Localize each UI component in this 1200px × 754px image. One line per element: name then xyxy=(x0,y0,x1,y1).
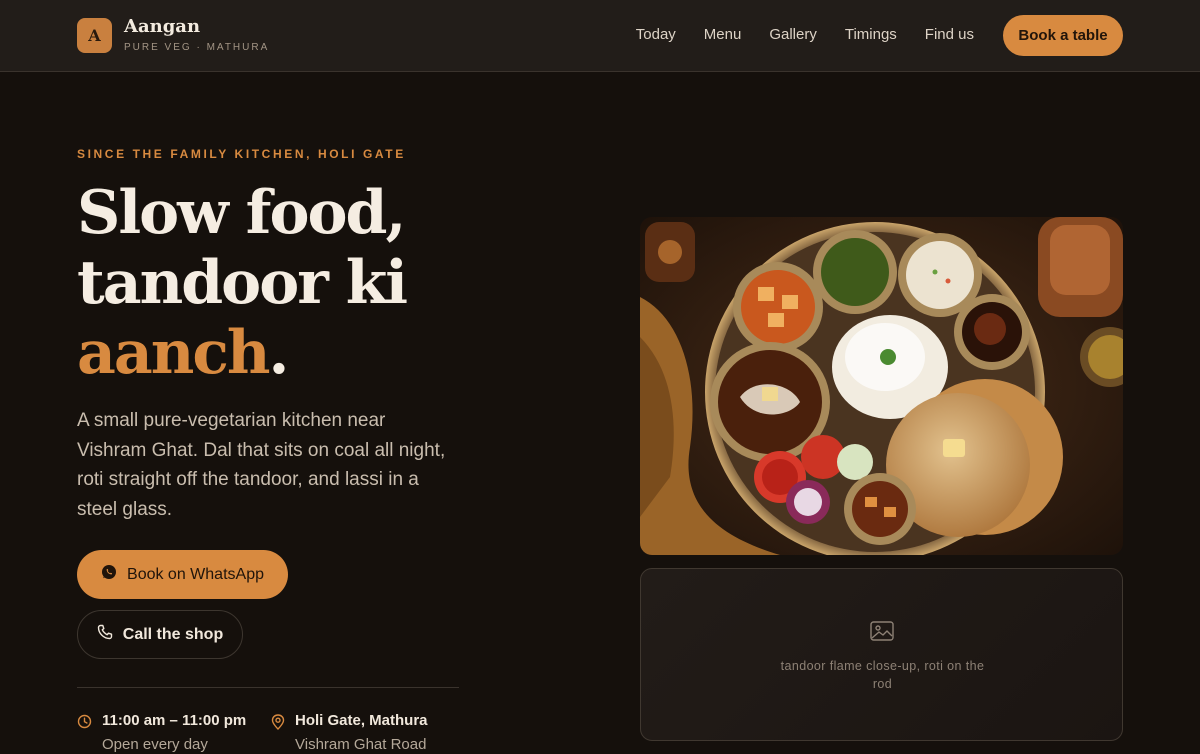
nav-item-timings[interactable]: Timings xyxy=(845,26,897,43)
headline-line-1: Slow food, xyxy=(77,178,406,248)
hours-info: 11:00 am – 11:00 pm Open every day xyxy=(77,712,246,754)
placeholder-caption: tandoor flame close-up, roti on the rod xyxy=(780,659,985,691)
image-icon xyxy=(870,621,894,646)
headline-end: . xyxy=(268,318,290,388)
phone-icon xyxy=(97,624,113,645)
brand-name: Aangan xyxy=(124,16,201,37)
whatsapp-button-label: Book on WhatsApp xyxy=(127,565,264,583)
book-table-button[interactable]: Book a table xyxy=(1003,15,1123,56)
brand-logo: A xyxy=(77,17,112,53)
hours-subtitle: Open every day xyxy=(102,736,208,753)
top-navigation-bar: A Aangan PURE VEG · MATHURA Today Menu G… xyxy=(0,0,1200,72)
nav-item-menu[interactable]: Menu xyxy=(704,26,742,43)
headline-line-2: tandoor ki xyxy=(77,248,408,318)
brand-subtitle: PURE VEG · MATHURA xyxy=(124,42,270,53)
media-placeholder: tandoor flame close-up, roti on the rod xyxy=(640,568,1123,741)
main-nav: Today Menu Gallery Timings Find us xyxy=(636,26,974,43)
hours-title: 11:00 am – 11:00 pm xyxy=(102,712,247,729)
thali-photo xyxy=(640,217,1123,555)
map-pin-icon xyxy=(271,714,285,754)
location-title: Holi Gate, Mathura xyxy=(295,712,428,729)
brand[interactable]: A Aangan PURE VEG · MATHURA xyxy=(77,17,269,53)
hero-description: A small pure-vegetarian kitchen near Vis… xyxy=(77,410,446,520)
hero-headline: Slow food, tandoor ki aanch. xyxy=(77,178,597,388)
book-whatsapp-button[interactable]: Book on WhatsApp xyxy=(77,550,288,599)
info-divider xyxy=(77,687,459,688)
call-shop-button[interactable]: Call the shop xyxy=(77,610,243,659)
brand-text: Aangan PURE VEG · MATHURA xyxy=(124,16,270,54)
headline-accent: aanch xyxy=(77,318,271,388)
nav-item-find-us[interactable]: Find us xyxy=(925,26,974,43)
clock-icon xyxy=(77,714,92,754)
location-info[interactable]: Holi Gate, Mathura Vishram Ghat Road xyxy=(271,712,428,754)
nav-item-gallery[interactable]: Gallery xyxy=(769,26,817,43)
whatsapp-icon xyxy=(101,564,117,585)
call-button-label: Call the shop xyxy=(122,625,224,643)
nav-item-today[interactable]: Today xyxy=(636,26,676,43)
location-subtitle: Vishram Ghat Road xyxy=(295,736,427,753)
hero-eyebrow: SINCE THE FAMILY KITCHEN, HOLI GATE xyxy=(77,147,406,161)
